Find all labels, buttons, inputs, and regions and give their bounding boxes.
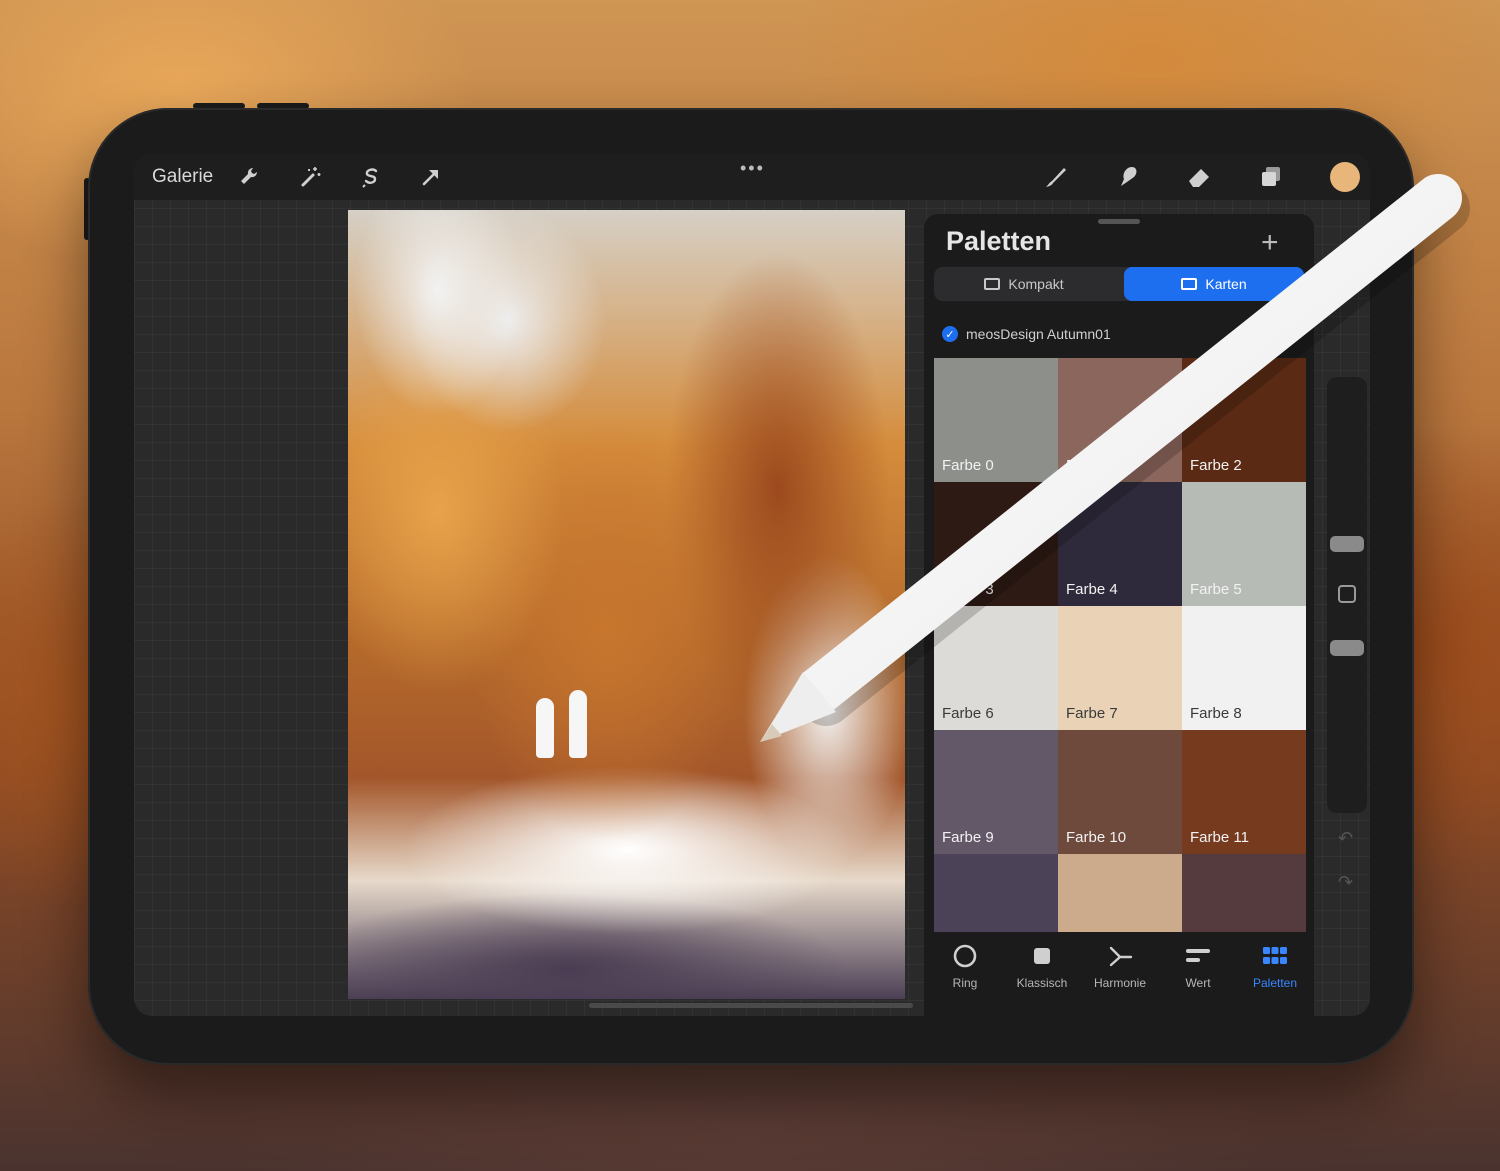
view-mode-toggle: Kompakt Karten: [934, 267, 1304, 301]
swatch-label: Farbe 3: [942, 581, 994, 598]
tab-label: Ring: [952, 976, 978, 990]
checkmark-icon[interactable]: ✓: [942, 326, 958, 342]
swatch-label: Farbe 0: [942, 457, 994, 474]
tab-classic[interactable]: Klassisch: [1003, 942, 1081, 990]
swatch-label: Farbe 4: [1066, 581, 1118, 598]
home-indicator: [589, 1003, 913, 1008]
tab-label: Harmonie: [1093, 976, 1147, 990]
swatch-label: Farbe 5: [1190, 581, 1242, 598]
color-swatch[interactable]: Farbe 7: [1058, 606, 1182, 730]
grid-icon: [1263, 947, 1287, 964]
panel-grabber[interactable]: [1098, 219, 1140, 224]
artwork-canvas[interactable]: [348, 210, 905, 999]
color-swatch[interactable]: Farbe 3: [934, 482, 1058, 606]
gallery-button[interactable]: Galerie: [152, 166, 213, 188]
compact-view-icon: [984, 278, 1001, 290]
color-swatch[interactable]: [934, 854, 1058, 934]
move-arrow-icon[interactable]: [416, 162, 446, 192]
palettes-panel: Paletten + Kompakt Karten ✓ meosDesign A…: [924, 214, 1314, 1016]
color-swatch[interactable]: Farbe 2: [1182, 358, 1306, 482]
tab-harmony[interactable]: Harmonie: [1081, 942, 1159, 990]
view-mode-label: Kompakt: [1008, 276, 1064, 292]
color-swatch[interactable]: Farbe 10: [1058, 730, 1182, 854]
swatch-label: Farbe 9: [942, 829, 994, 846]
color-swatch[interactable]: Farbe 5: [1182, 482, 1306, 606]
brush-sidebar: [1327, 377, 1367, 813]
tab-ring[interactable]: Ring: [926, 942, 1004, 990]
add-palette-button[interactable]: +: [1261, 228, 1279, 258]
swatch-label: Farbe 1: [1066, 457, 1118, 474]
palette-header[interactable]: ✓ meosDesign Autumn01: [942, 326, 1111, 342]
swatch-grid: Farbe 0 Farbe 1 Farbe 2 Farbe 3 Farbe 4 …: [934, 358, 1306, 934]
view-mode-cards[interactable]: Karten: [1124, 267, 1304, 301]
magic-wand-icon[interactable]: [295, 162, 325, 192]
color-swatch[interactable]: Farbe 1: [1058, 358, 1182, 482]
color-swatch[interactable]: Farbe 9: [934, 730, 1058, 854]
color-swatch[interactable]: [1058, 854, 1182, 934]
swatch-label: Farbe 10: [1066, 829, 1127, 846]
view-mode-compact[interactable]: Kompakt: [934, 267, 1114, 301]
color-swatch[interactable]: [1182, 854, 1306, 934]
brush-icon[interactable]: [1040, 162, 1070, 192]
view-mode-label: Karten: [1205, 276, 1247, 292]
figure-shape: [569, 690, 587, 758]
swatch-label: Farbe 6: [942, 705, 994, 722]
smudge-icon[interactable]: [1112, 162, 1142, 192]
tab-label: Wert: [1185, 976, 1211, 990]
panel-title: Paletten: [946, 226, 1052, 256]
current-color-button[interactable]: [1330, 162, 1360, 192]
eyedropper-button[interactable]: [1338, 585, 1356, 603]
swatch-label: Farbe 7: [1066, 705, 1118, 722]
wrench-icon[interactable]: [234, 162, 264, 192]
swatch-label: Farbe 2: [1190, 457, 1242, 474]
undo-icon[interactable]: ↶: [1338, 828, 1353, 849]
app-screen: Galerie ••• Paletten + Kompakt Karten ✓ …: [134, 154, 1370, 1016]
palette-name: meosDesign Autumn01: [966, 326, 1111, 342]
tab-value[interactable]: Wert: [1159, 942, 1237, 990]
more-options-button[interactable]: •••: [740, 158, 765, 179]
tab-label: Klassisch: [1016, 976, 1068, 990]
swatch-label: Farbe 8: [1190, 705, 1242, 722]
selection-icon[interactable]: [356, 162, 386, 192]
sliders-icon: [1186, 949, 1210, 962]
harmony-icon: [1109, 946, 1133, 967]
color-mode-tabs: Ring Klassisch Harmonie Wert Paletten: [924, 932, 1314, 1016]
brush-opacity-slider[interactable]: [1330, 640, 1364, 656]
tab-palettes[interactable]: Paletten: [1236, 942, 1314, 990]
swatch-label: Farbe 11: [1190, 829, 1249, 846]
tab-label: Paletten: [1252, 976, 1298, 990]
cards-view-icon: [1181, 278, 1198, 290]
brush-size-slider[interactable]: [1330, 536, 1364, 552]
figure-shape: [536, 698, 554, 758]
color-swatch[interactable]: Farbe 4: [1058, 482, 1182, 606]
top-toolbar: Galerie •••: [134, 154, 1370, 200]
square-icon: [1034, 948, 1050, 964]
layers-icon[interactable]: [1256, 162, 1286, 192]
color-swatch[interactable]: Farbe 8: [1182, 606, 1306, 730]
color-swatch[interactable]: Farbe 6: [934, 606, 1058, 730]
eraser-icon[interactable]: [1184, 162, 1214, 192]
redo-icon[interactable]: ↷: [1338, 872, 1353, 893]
color-swatch[interactable]: Farbe 0: [934, 358, 1058, 482]
ring-icon: [953, 944, 977, 968]
color-swatch[interactable]: Farbe 11: [1182, 730, 1306, 854]
